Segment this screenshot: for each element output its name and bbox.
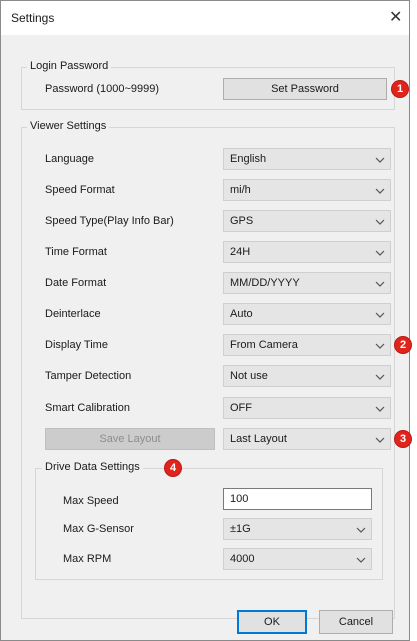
display-time-value: From Camera [230,339,298,351]
tamper-detection-select[interactable]: Not use [223,365,391,387]
speed-format-value: mi/h [230,184,251,196]
ok-button[interactable]: OK [237,610,307,634]
max-gsensor-value: ±1G [230,523,251,535]
chevron-down-icon [375,312,385,318]
chevron-down-icon [356,557,366,563]
max-gsensor-select[interactable]: ±1G [223,518,372,540]
date-format-select[interactable]: MM/DD/YYYY [223,272,391,294]
max-rpm-select[interactable]: 4000 [223,548,372,570]
close-icon[interactable]: ✕ [389,7,402,27]
time-format-select[interactable]: 24H [223,241,391,263]
max-rpm-label: Max RPM [63,553,112,565]
chevron-down-icon [375,188,385,194]
chevron-down-icon [375,374,385,380]
callout-badge-4: 4 [164,459,182,477]
language-value: English [230,153,267,165]
smart-calibration-select[interactable]: OFF [223,397,391,419]
chevron-down-icon [375,219,385,225]
time-format-value: 24H [230,246,251,258]
deinterlace-select[interactable]: Auto [223,303,391,325]
save-layout-button[interactable]: Save Layout [45,428,215,450]
display-time-select[interactable]: From Camera [223,334,391,356]
date-format-value: MM/DD/YYYY [230,277,300,289]
max-gsensor-label: Max G-Sensor [63,523,134,535]
speed-format-label: Speed Format [45,184,115,196]
max-speed-value: 100 [230,493,249,505]
display-time-label: Display Time [45,339,108,351]
chevron-down-icon [375,437,385,443]
chevron-down-icon [375,250,385,256]
language-select[interactable]: English [223,148,391,170]
max-speed-label: Max Speed [63,495,119,507]
chevron-down-icon [356,527,366,533]
layout-select[interactable]: Last Layout [223,428,391,450]
date-format-label: Date Format [45,277,107,289]
max-speed-field[interactable]: 100 [223,488,372,510]
speed-type-label: Speed Type(Play Info Bar) [45,215,174,227]
drive-data-settings-legend: Drive Data Settings [42,461,143,473]
tamper-detection-value: Not use [230,370,268,382]
callout-badge-2: 2 [394,336,412,354]
callout-badge-1: 1 [391,80,409,98]
speed-type-value: GPS [230,215,254,227]
chevron-down-icon [375,406,385,412]
deinterlace-label: Deinterlace [45,308,101,320]
chevron-down-icon [375,343,385,349]
chevron-down-icon [375,157,385,163]
layout-value: Last Layout [230,433,287,445]
deinterlace-value: Auto [230,308,253,320]
max-rpm-value: 4000 [230,553,255,565]
smart-calibration-label: Smart Calibration [45,402,130,414]
settings-dialog: Settings ✕ Login Password Password (1000… [0,0,412,641]
speed-format-select[interactable]: mi/h [223,179,391,201]
cancel-button[interactable]: Cancel [319,610,393,634]
callout-badge-3: 3 [394,430,412,448]
login-password-legend: Login Password [27,60,112,72]
time-format-label: Time Format [45,246,107,258]
chevron-down-icon [375,281,385,287]
window-title: Settings [11,11,55,25]
smart-calibration-value: OFF [230,402,252,414]
tamper-detection-label: Tamper Detection [45,370,132,382]
speed-type-select[interactable]: GPS [223,210,391,232]
password-label: Password (1000~9999) [45,83,160,95]
set-password-button[interactable]: Set Password [223,78,387,100]
title-bar: Settings ✕ [1,1,409,35]
language-label: Language [45,153,94,165]
viewer-settings-legend: Viewer Settings [27,120,110,132]
